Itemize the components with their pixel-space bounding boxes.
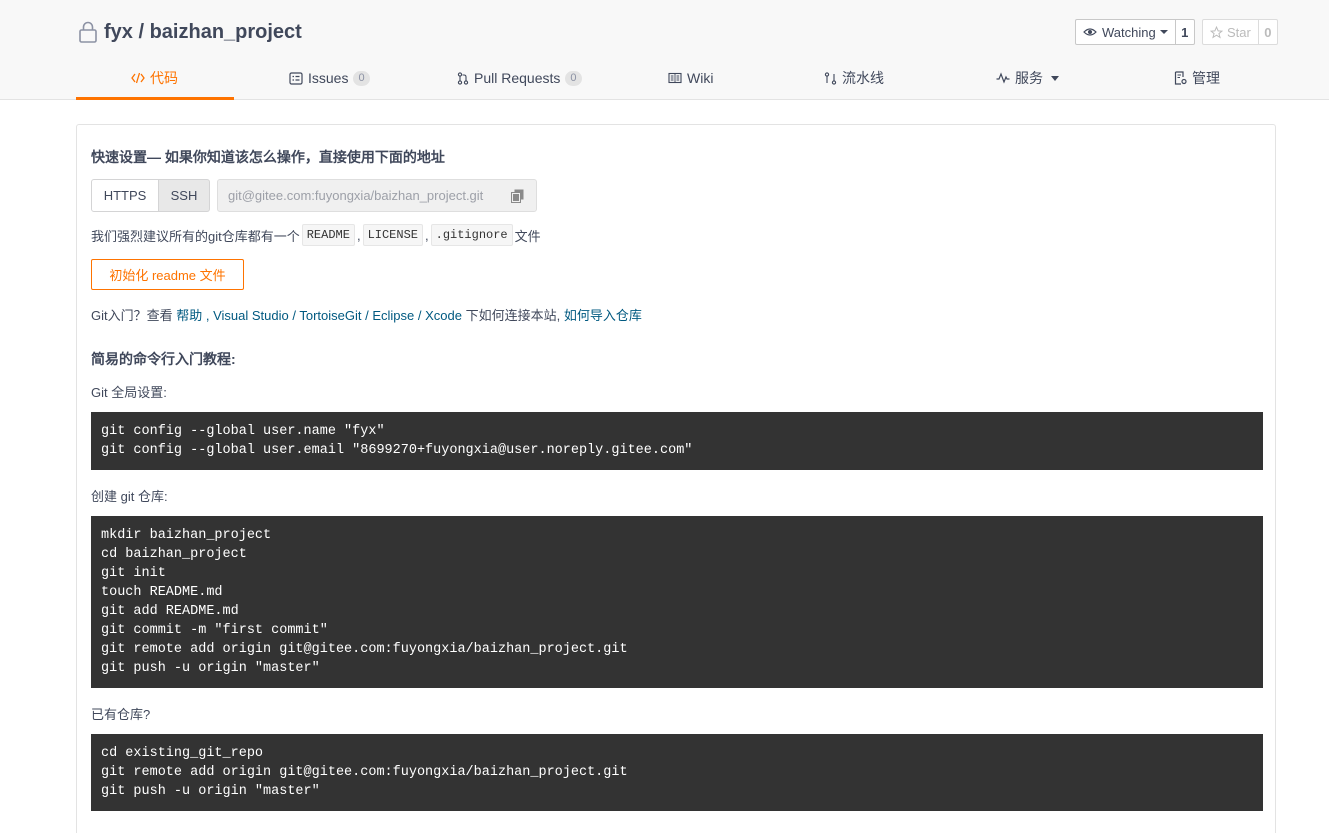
eye-icon xyxy=(1083,28,1097,36)
eclipse-link[interactable]: Eclipse xyxy=(372,308,414,323)
watch-count[interactable]: 1 xyxy=(1175,19,1195,45)
settings-doc-icon xyxy=(1174,71,1187,85)
tab-label: 流水线 xyxy=(842,70,884,86)
pull-request-icon xyxy=(457,71,469,85)
star-button[interactable]: Star xyxy=(1202,19,1259,45)
separator: / xyxy=(288,308,300,323)
init-readme-button[interactable]: 初始化 readme 文件 xyxy=(91,259,244,290)
copy-icon[interactable] xyxy=(511,189,524,203)
separator: , xyxy=(202,308,214,323)
tab-pull-requests[interactable]: Pull Requests 0 xyxy=(457,56,582,100)
help-middle: 下如何连接本站, xyxy=(461,308,564,323)
tab-code[interactable]: 代码 xyxy=(131,56,178,100)
existing-repo-code: cd existing_git_repo git remote add orig… xyxy=(91,734,1263,811)
pulse-icon xyxy=(996,72,1010,84)
caret-down-icon xyxy=(1159,30,1168,34)
global-setup-code: git config --global user.name "fyx" git … xyxy=(91,412,1263,470)
watch-control: Watching 1 xyxy=(1075,19,1195,45)
star-icon xyxy=(1210,25,1223,38)
code-icon xyxy=(131,72,145,84)
suggestion-prefix: 我们强烈建议所有的git仓库都有一个 xyxy=(91,228,300,244)
tab-label: Pull Requests xyxy=(474,70,561,86)
tab-label: 管理 xyxy=(1192,70,1220,86)
help-prefix: Git入门？查看 xyxy=(91,308,177,323)
tab-services[interactable]: 服务 xyxy=(996,56,1059,100)
star-count[interactable]: 0 xyxy=(1258,19,1278,45)
license-file-tag: LICENSE xyxy=(362,224,423,246)
https-button[interactable]: HTTPS xyxy=(91,179,159,212)
separator: / xyxy=(361,308,373,323)
tab-pipeline[interactable]: 流水线 xyxy=(824,56,884,100)
gitignore-file-tag: .gitignore xyxy=(430,224,513,246)
tab-label: 服务 xyxy=(1015,70,1043,86)
wiki-icon xyxy=(668,72,682,84)
repo-full-name[interactable]: fyx / baizhan_project xyxy=(104,21,302,44)
star-label: Star xyxy=(1227,24,1251,40)
issues-count-badge: 0 xyxy=(353,70,370,86)
repo-title: fyx / baizhan_project xyxy=(78,20,302,44)
ssh-button[interactable]: SSH xyxy=(159,179,210,212)
tab-label: 代码 xyxy=(150,70,178,86)
help-link[interactable]: 帮助 xyxy=(176,308,202,323)
tab-manage[interactable]: 管理 xyxy=(1174,56,1220,100)
repo-tabs: 代码 Issues 0 Pull Requests 0 Wiki 流水线 服务 … xyxy=(76,56,1276,100)
tab-issues[interactable]: Issues 0 xyxy=(289,56,370,100)
separator: / xyxy=(414,308,426,323)
tab-label: Issues xyxy=(308,70,349,86)
watch-button[interactable]: Watching xyxy=(1075,19,1176,45)
separator: , xyxy=(425,227,429,243)
star-control: Star 0 xyxy=(1202,19,1278,45)
issues-icon xyxy=(289,71,303,85)
pipeline-icon xyxy=(824,71,837,85)
quick-setup-title: 快速设置— 如果你知道该怎么操作，直接使用下面的地址 xyxy=(91,149,445,165)
tab-wiki[interactable]: Wiki xyxy=(668,56,713,100)
tortoisegit-link[interactable]: TortoiseGit xyxy=(299,308,361,323)
watch-label: Watching xyxy=(1102,24,1156,40)
tutorial-title: 简易的命令行入门教程: xyxy=(91,351,236,367)
readme-file-tag: README xyxy=(301,224,355,246)
protocol-switch: HTTPS SSH xyxy=(91,179,210,212)
create-repo-code: mkdir baizhan_project cd baizhan_project… xyxy=(91,516,1263,688)
lock-icon xyxy=(79,21,97,43)
visual-studio-link[interactable]: Visual Studio xyxy=(213,308,289,323)
help-links: Git入门？查看 帮助 , Visual Studio / TortoiseGi… xyxy=(91,305,642,324)
clone-url-text: git@gitee.com:fuyongxia/baizhan_project.… xyxy=(228,188,484,203)
active-tab-indicator xyxy=(76,97,234,100)
tab-label: Wiki xyxy=(687,70,714,86)
existing-repo-label: 已有仓库? xyxy=(91,707,151,722)
create-repo-label: 创建 git 仓库: xyxy=(91,489,168,504)
quick-setup-panel: 快速设置— 如果你知道该怎么操作，直接使用下面的地址 HTTPS SSH git… xyxy=(76,124,1276,833)
import-repo-link[interactable]: 如何导入仓库 xyxy=(564,308,642,323)
xcode-link[interactable]: Xcode xyxy=(425,308,462,323)
repo-header: fyx / baizhan_project Watching 1 Star 0 … xyxy=(0,0,1329,100)
pull-requests-count-badge: 0 xyxy=(565,70,582,86)
global-setup-label: Git 全局设置: xyxy=(91,385,167,400)
readme-suggestion: 我们强烈建议所有的git仓库都有一个 README , LICENSE , .g… xyxy=(91,223,541,247)
clone-url-field[interactable]: git@gitee.com:fuyongxia/baizhan_project.… xyxy=(217,179,537,212)
caret-down-icon xyxy=(1051,75,1059,81)
separator: , xyxy=(356,227,361,243)
suggestion-suffix: 文件 xyxy=(514,228,541,244)
